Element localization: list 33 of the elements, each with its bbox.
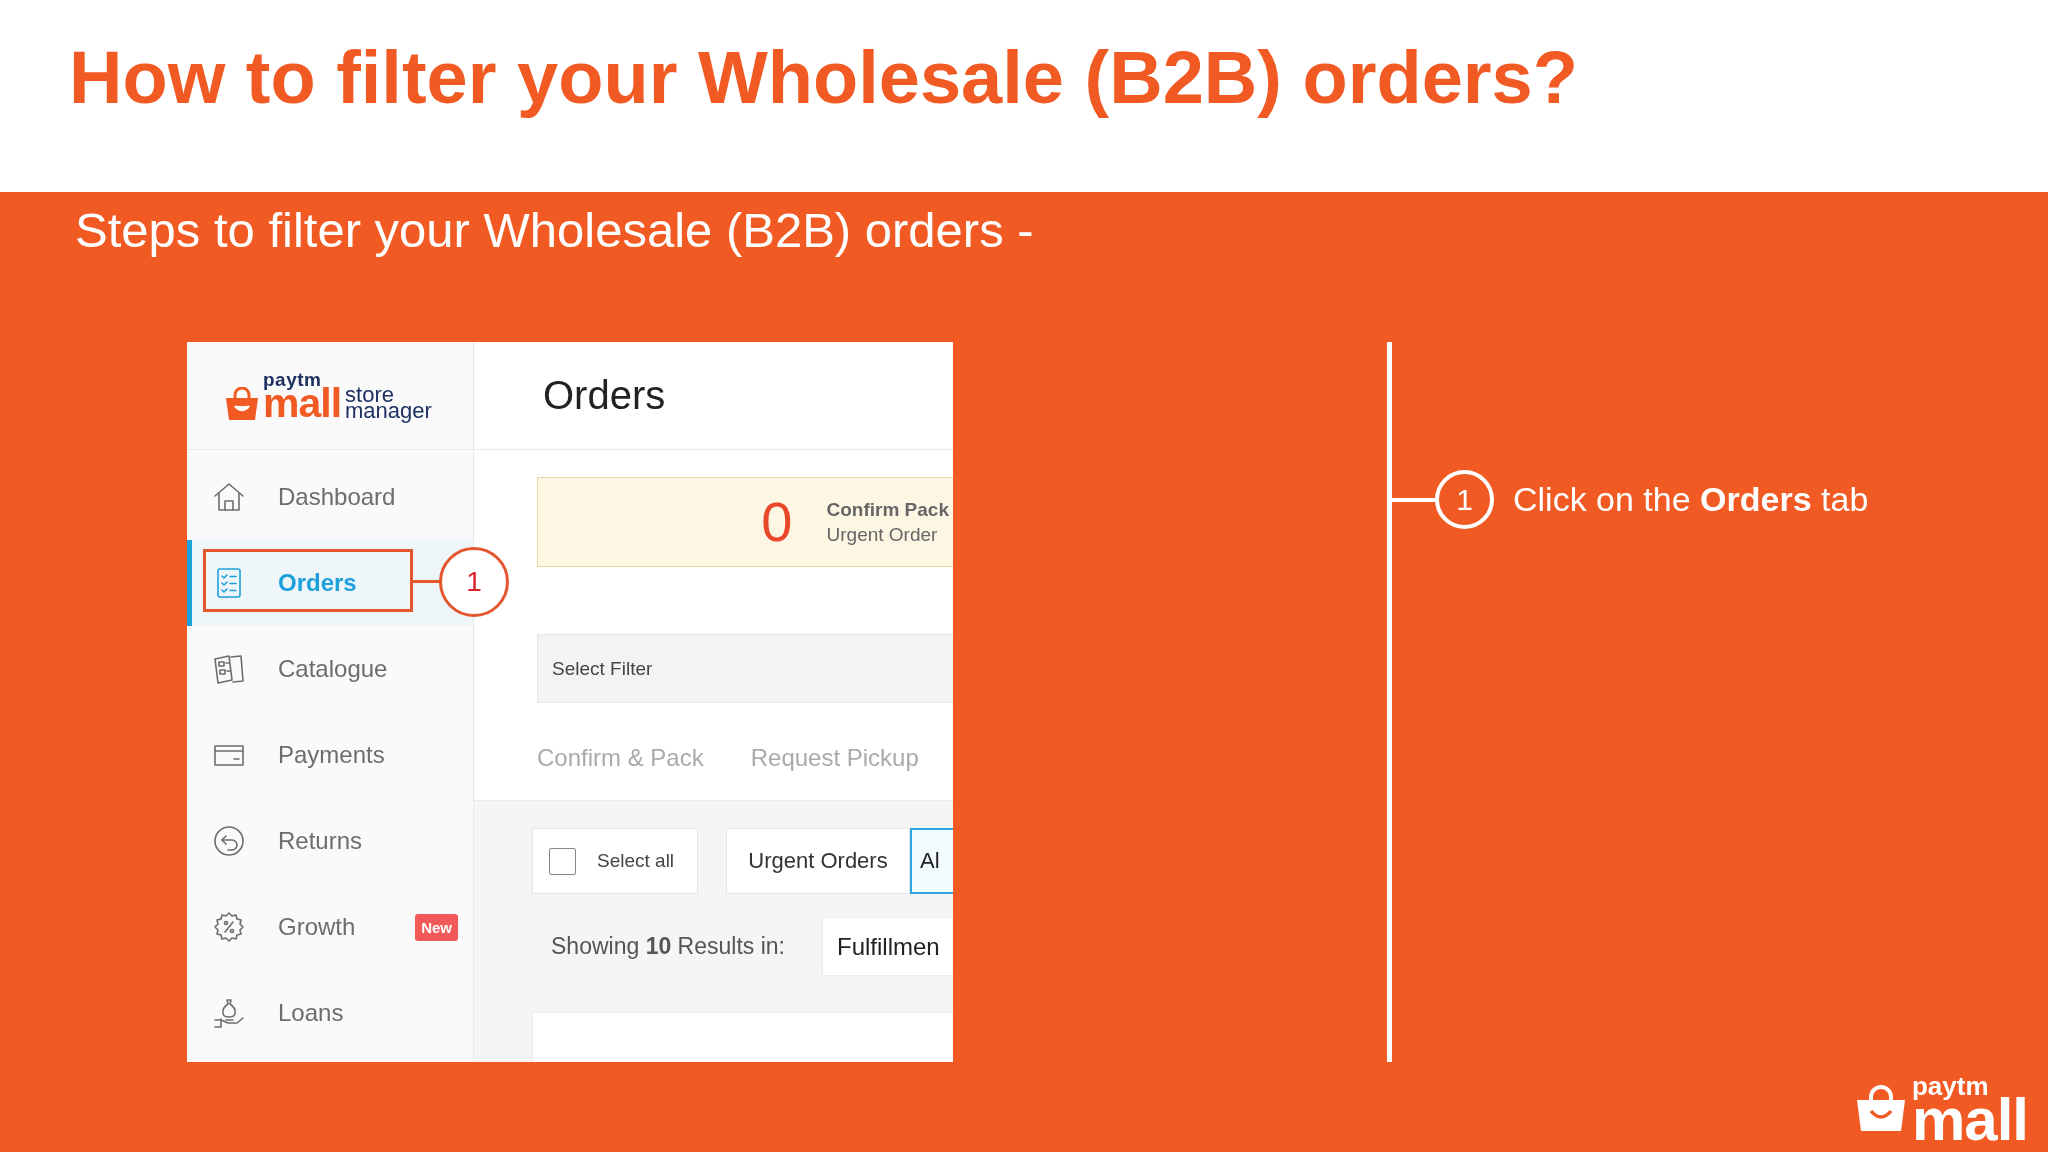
slide-title: How to filter your Wholesale (B2B) orders? — [69, 35, 1579, 121]
card-label: Urgent Order — [826, 523, 939, 548]
dropdown[interactable]: Fulfillmen — [822, 917, 953, 977]
step-number: 1 — [1435, 470, 1494, 530]
logo-text: paytm — [263, 372, 322, 388]
step-instruction: Click on the Orders tab — [1513, 480, 1869, 520]
order-count: 0 — [761, 494, 793, 551]
slide-subtitle: Steps to filter your Wholesale (B2B) orders - — [75, 202, 1035, 259]
money-bag-hand-icon — [212, 996, 246, 1031]
return-icon — [212, 824, 246, 859]
filter-button[interactable]: Al — [910, 828, 953, 895]
percent-gear-icon — [212, 910, 246, 945]
shopping-bag-icon — [1855, 1085, 1906, 1132]
new-badge: New — [415, 913, 458, 941]
shopping-bag-icon — [225, 387, 259, 421]
step-number: 1 — [439, 547, 509, 618]
sidebar-item[interactable]: Dashboard — [187, 454, 473, 541]
sidebar-item[interactable]: Growth New — [187, 884, 473, 971]
connector-line — [413, 580, 440, 584]
select-all-control[interactable]: Select all — [532, 828, 698, 895]
checkbox[interactable] — [549, 847, 576, 875]
page-title: Orders — [543, 373, 666, 419]
results-summary: Showing 10 Results in: — [550, 933, 785, 961]
logo-text: paytm — [1911, 1075, 1989, 1098]
logo-text: store — [345, 386, 394, 403]
cards-icon — [212, 652, 246, 687]
sidebar-item[interactable]: Loans — [187, 970, 473, 1057]
sidebar-item[interactable]: Payments — [187, 712, 473, 799]
sidebar-item[interactable]: Returns — [187, 798, 473, 885]
card-label: Confirm Pack — [826, 498, 949, 523]
filter-field[interactable]: Select Filter — [537, 634, 953, 704]
sidebar-item[interactable]: Catalogue — [187, 626, 473, 713]
filter-button[interactable]: Urgent Orders — [726, 828, 910, 895]
